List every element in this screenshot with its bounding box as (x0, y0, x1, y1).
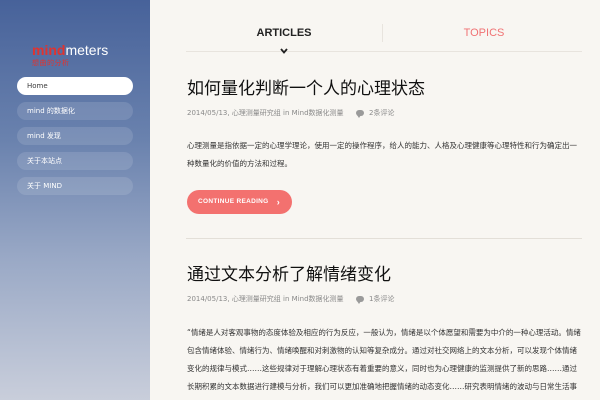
article-in-label: in (283, 109, 290, 117)
tab-bar: ARTICLES TOPICS (186, 22, 582, 54)
continue-reading-button[interactable]: CONTINUE READING › (187, 190, 292, 214)
article-comments[interactable]: 1条评论 (369, 295, 394, 303)
sidebar-item-about-mind[interactable]: 关于 MIND (17, 177, 133, 195)
sidebar-item-about-site[interactable]: 关于本站点 (17, 152, 133, 170)
site-logo[interactable]: mindmeters 想曲的分析 (32, 42, 132, 68)
logo-meters-text: meters (65, 42, 109, 58)
article-meta: 2014/05/13, 心理测量研究组 in Mind数据化测量 2条评论 (187, 108, 583, 118)
chevron-right-icon: › (276, 197, 280, 207)
sidebar-item-home[interactable]: Home (17, 77, 133, 95)
sidebar: mindmeters 想曲的分析 Home mind 的数据化 mind 发现 … (0, 0, 150, 400)
sidebar-nav: Home mind 的数据化 mind 发现 关于本站点 关于 MIND (17, 77, 133, 202)
comment-icon (355, 296, 364, 304)
article-title[interactable]: 如何量化判断一个人的心理状态 (187, 78, 583, 100)
tab-articles[interactable]: ARTICLES (186, 22, 382, 44)
article-card: 通过文本分析了解情绪变化 2014/05/13, 心理测量研究组 in Mind… (187, 264, 583, 400)
article-author[interactable]: 心理测量研究组 (232, 109, 281, 117)
article-excerpt: 心理测量是指依据一定的心理学理论，使用一定的操作程序，给人的能力、人格及心理健康… (187, 141, 577, 168)
logo-mind-text: mind (32, 42, 66, 58)
article-divider (186, 238, 582, 239)
article-title[interactable]: 通过文本分析了解情绪变化 (187, 264, 583, 286)
tab-topics[interactable]: TOPICS (386, 22, 582, 44)
article-card: 如何量化判断一个人的心理状态 2014/05/13, 心理测量研究组 in Mi… (187, 78, 583, 214)
chevron-down-icon (279, 46, 289, 56)
comment-icon (355, 110, 364, 118)
sidebar-item-mind-data[interactable]: mind 的数据化 (17, 102, 133, 120)
main-content: ARTICLES TOPICS 如何量化判断一个人的心理状态 2014/05/1… (150, 0, 600, 400)
tab-divider (382, 24, 383, 42)
article-date: 2014/05/13, (187, 295, 230, 303)
article-meta: 2014/05/13, 心理测量研究组 in Mind数据化测量 1条评论 (187, 294, 583, 304)
article-category[interactable]: Mind数据化测量 (292, 295, 344, 303)
article-author[interactable]: 心理测量研究组 (232, 295, 281, 303)
article-category[interactable]: Mind数据化测量 (292, 109, 344, 117)
article-in-label: in (283, 295, 290, 303)
logo-subtitle: 想曲的分析 (32, 59, 70, 67)
article-excerpt: “情绪是人对客观事物的态度体验及相应的行为反应，一般认为，情绪是以个体愿望和需要… (187, 328, 581, 391)
sidebar-item-mind-discover[interactable]: mind 发现 (17, 127, 133, 145)
logo-wordmark: mindmeters (32, 42, 132, 58)
continue-reading-label: CONTINUE READING (198, 198, 269, 205)
article-date: 2014/05/13, (187, 109, 230, 117)
article-comments[interactable]: 2条评论 (369, 109, 394, 117)
